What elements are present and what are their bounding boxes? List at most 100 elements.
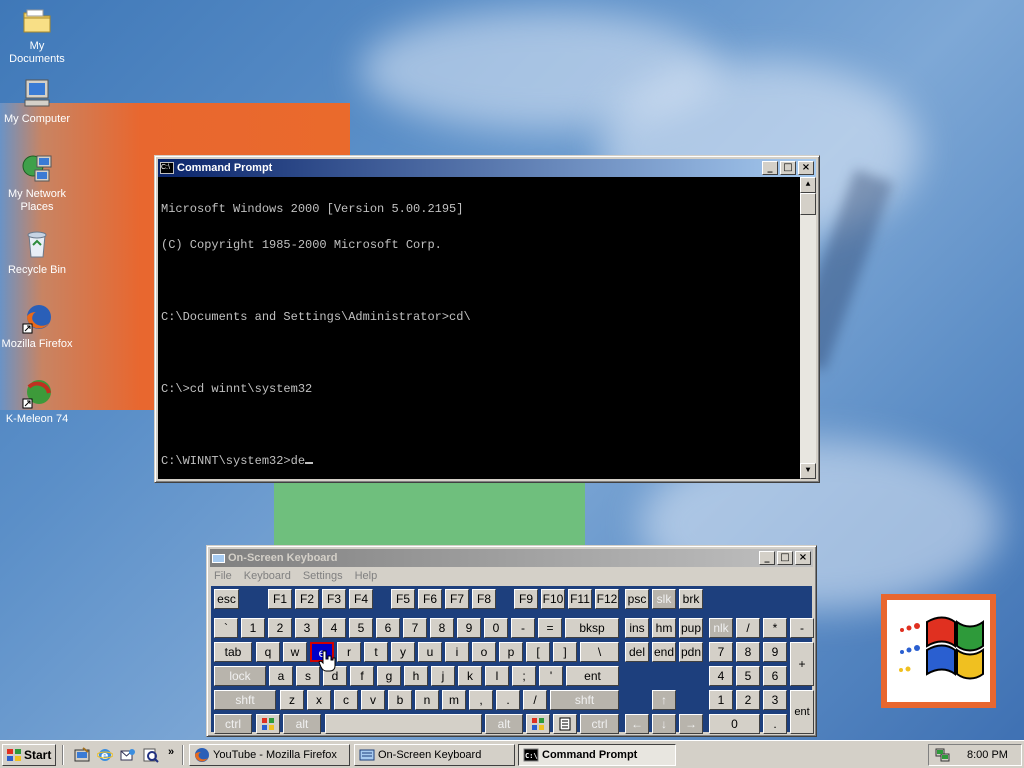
key-caps-lock[interactable]: lock [214, 666, 266, 686]
key-t[interactable]: t [364, 642, 388, 662]
key-semicolon[interactable]: ; [512, 666, 536, 686]
key-backslash[interactable]: \ [580, 642, 619, 662]
key-enter[interactable]: ent [566, 666, 619, 686]
key-1[interactable]: 1 [241, 618, 265, 638]
key-quote[interactable]: ' [539, 666, 563, 686]
key-tab[interactable]: tab [214, 642, 252, 662]
key-page-up[interactable]: pup [679, 618, 703, 638]
key-2[interactable]: 2 [268, 618, 292, 638]
key-equals[interactable]: = [538, 618, 562, 638]
key-f6[interactable]: F6 [418, 589, 442, 609]
osk-titlebar[interactable]: On-Screen Keyboard _ □ × [210, 549, 813, 567]
menu-settings[interactable]: Settings [303, 570, 343, 582]
key-num-0[interactable]: 0 [709, 714, 760, 734]
key-delete[interactable]: del [625, 642, 649, 662]
close-button[interactable]: × [795, 551, 811, 565]
key-page-down[interactable]: pdn [679, 642, 703, 662]
key-num-minus[interactable]: - [790, 618, 814, 638]
key-right-bracket[interactable]: ] [553, 642, 577, 662]
key-m[interactable]: m [442, 690, 466, 710]
key-left-alt[interactable]: alt [283, 714, 321, 734]
start-button[interactable]: Start [2, 744, 56, 766]
key-i[interactable]: i [445, 642, 469, 662]
command-prompt-window[interactable]: C:\ Command Prompt _ □ × Microsoft Windo… [154, 155, 820, 483]
key-3[interactable]: 3 [295, 618, 319, 638]
minimize-button[interactable]: _ [759, 551, 775, 565]
key-down-arrow[interactable]: ↓ [652, 714, 676, 734]
network-tray-icon[interactable] [935, 747, 951, 763]
key-f[interactable]: f [350, 666, 374, 686]
key-f4[interactable]: F4 [349, 589, 373, 609]
key-num-8[interactable]: 8 [736, 642, 760, 662]
key-7[interactable]: 7 [403, 618, 427, 638]
key-f11[interactable]: F11 [568, 589, 592, 609]
key-b[interactable]: b [388, 690, 412, 710]
close-button[interactable]: × [798, 161, 814, 175]
key-f9[interactable]: F9 [514, 589, 538, 609]
key-n[interactable]: n [415, 690, 439, 710]
command-prompt-titlebar[interactable]: C:\ Command Prompt _ □ × [158, 159, 816, 177]
desktop-icon-network-places[interactable]: My Network Places [0, 152, 74, 214]
key-num-plus[interactable]: + [790, 642, 814, 686]
key-f8[interactable]: F8 [472, 589, 496, 609]
key-f1[interactable]: F1 [268, 589, 292, 609]
key-num-6[interactable]: 6 [763, 666, 787, 686]
key-left-bracket[interactable]: [ [526, 642, 550, 662]
key-num-dot[interactable]: . [763, 714, 787, 734]
key-num-slash[interactable]: / [736, 618, 760, 638]
key-num-3[interactable]: 3 [763, 690, 787, 710]
key-f5[interactable]: F5 [391, 589, 415, 609]
key-f10[interactable]: F10 [541, 589, 565, 609]
task-command-prompt[interactable]: C:\ Command Prompt [518, 744, 676, 766]
scroll-up-arrow[interactable]: ▲ [800, 177, 816, 193]
key-num-2[interactable]: 2 [736, 690, 760, 710]
key-8[interactable]: 8 [430, 618, 454, 638]
search-icon[interactable] [143, 747, 159, 763]
maximize-button[interactable]: □ [780, 161, 796, 175]
key-k[interactable]: k [458, 666, 482, 686]
key-z[interactable]: z [280, 690, 304, 710]
key-r[interactable]: r [337, 642, 361, 662]
key-g[interactable]: g [377, 666, 401, 686]
key-p[interactable]: p [499, 642, 523, 662]
key-right-shift[interactable]: shft [550, 690, 619, 710]
key-home[interactable]: hm [652, 618, 676, 638]
key-0[interactable]: 0 [484, 618, 508, 638]
on-screen-keyboard-window[interactable]: On-Screen Keyboard _ □ × File Keyboard S… [206, 545, 817, 737]
key-u[interactable]: u [418, 642, 442, 662]
outlook-express-icon[interactable] [120, 747, 136, 763]
clock[interactable]: 8:00 PM [967, 749, 1008, 761]
task-on-screen-keyboard[interactable]: On-Screen Keyboard [354, 744, 515, 766]
desktop-icon-my-computer[interactable]: My Computer [0, 77, 74, 126]
menu-file[interactable]: File [214, 570, 232, 582]
key-right-ctrl[interactable]: ctrl [580, 714, 619, 734]
key-minus[interactable]: - [511, 618, 535, 638]
key-slash[interactable]: / [523, 690, 547, 710]
key-9[interactable]: 9 [457, 618, 481, 638]
key-left-windows[interactable] [256, 714, 280, 734]
key-left-shift[interactable]: shft [214, 690, 276, 710]
key-s[interactable]: s [296, 666, 320, 686]
key-num-4[interactable]: 4 [709, 666, 733, 686]
key-right-alt[interactable]: alt [485, 714, 523, 734]
key-grave[interactable]: ` [214, 618, 238, 638]
key-comma[interactable]: , [469, 690, 493, 710]
desktop-icon-kmeleon[interactable]: K-Meleon 74 [0, 377, 74, 426]
key-4[interactable]: 4 [322, 618, 346, 638]
key-num-lock[interactable]: nlk [709, 618, 733, 638]
key-end[interactable]: end [652, 642, 676, 662]
key-f12[interactable]: F12 [595, 589, 619, 609]
menu-keyboard[interactable]: Keyboard [244, 570, 291, 582]
key-insert[interactable]: ins [625, 618, 649, 638]
key-y[interactable]: y [391, 642, 415, 662]
minimize-button[interactable]: _ [762, 161, 778, 175]
desktop-icon-my-documents[interactable]: My Documents [0, 4, 74, 66]
key-h[interactable]: h [404, 666, 428, 686]
key-slk[interactable]: slk [652, 589, 676, 609]
key-num-enter[interactable]: ent [790, 690, 814, 734]
key-j[interactable]: j [431, 666, 455, 686]
console-output[interactable]: Microsoft Windows 2000 [Version 5.00.219… [158, 177, 816, 479]
desktop-icon-recycle-bin[interactable]: Recycle Bin [0, 228, 74, 277]
key-f7[interactable]: F7 [445, 589, 469, 609]
task-firefox[interactable]: YouTube - Mozilla Firefox [189, 744, 350, 766]
